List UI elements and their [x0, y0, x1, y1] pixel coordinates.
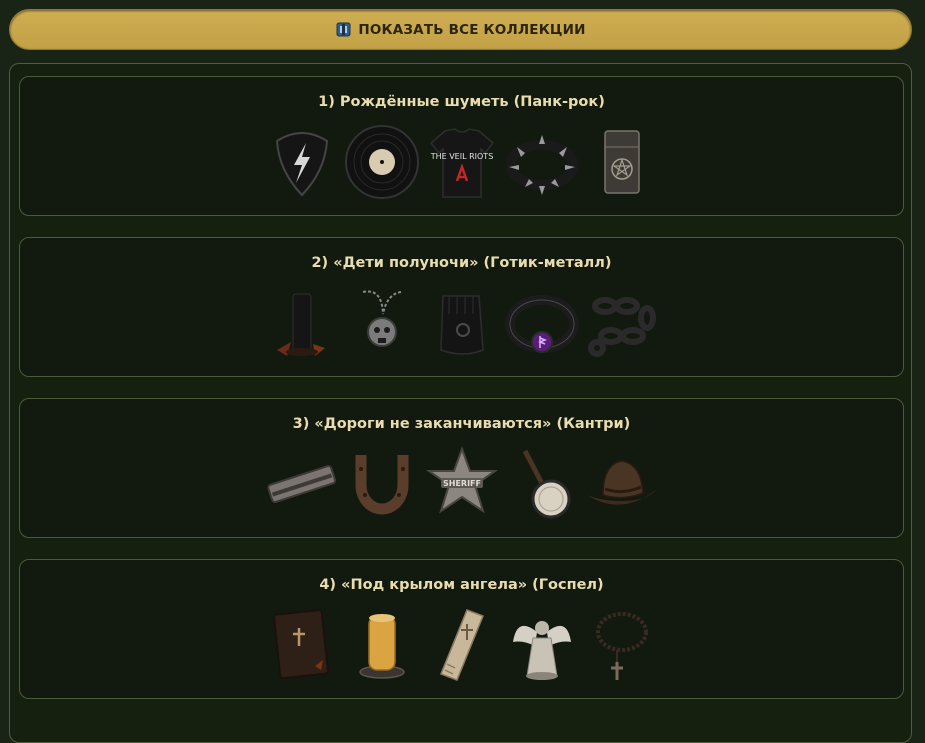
skull-pendant-icon[interactable]: [342, 284, 422, 362]
show-all-collections-button[interactable]: ПОКАЗАТЬ ВСЕ КОЛЛЕКЦИИ: [9, 9, 912, 50]
rune-ring-icon[interactable]: [502, 284, 582, 362]
collection-title: 2) «Дети полуночи» (Готик-металл): [311, 255, 612, 271]
black-candle-icon[interactable]: [262, 284, 342, 362]
collection-card-punk: 1) Рождённые шуметь (Панк-рок) THE VEIL …: [19, 76, 904, 216]
collection-items: [20, 606, 903, 684]
bible-icon[interactable]: [262, 606, 342, 684]
zippo-lighter-icon[interactable]: [582, 123, 662, 201]
collection-items: SHERIFF: [20, 445, 903, 523]
sheriff-badge-icon[interactable]: SHERIFF: [422, 445, 502, 523]
shirt-text: THE VEIL RIOTS: [429, 152, 493, 161]
collection-items: [20, 284, 903, 362]
horseshoe-icon[interactable]: [342, 445, 422, 523]
cowboy-hat-icon[interactable]: [582, 445, 662, 523]
stole-icon[interactable]: [422, 606, 502, 684]
chain-icon[interactable]: [582, 284, 662, 362]
collection-title: 3) «Дороги не заканчиваются» (Кантри): [292, 416, 631, 432]
spiked-bracelet-icon[interactable]: [502, 123, 582, 201]
collection-title: 4) «Под крылом ангела» (Госпел): [319, 577, 604, 593]
vinyl-record-icon[interactable]: [342, 123, 422, 201]
leather-glove-icon[interactable]: [422, 284, 502, 362]
collection-title: 1) Рождённые шуметь (Панк-рок): [318, 94, 605, 110]
collection-items: THE VEIL RIOTS: [20, 123, 903, 201]
wax-candle-icon[interactable]: [342, 606, 422, 684]
collection-card-country: 3) «Дороги не заканчиваются» (Кантри) SH…: [19, 398, 904, 538]
angel-figurine-icon[interactable]: [502, 606, 582, 684]
collection-card-gothic: 2) «Дети полуночи» (Готик-металл): [19, 237, 904, 377]
collection-card-gospel: 4) «Под крылом ангела» (Госпел): [19, 559, 904, 699]
rosary-icon[interactable]: [582, 606, 662, 684]
show-all-label: ПОКАЗАТЬ ВСЕ КОЛЛЕКЦИИ: [358, 21, 586, 38]
guitar-pick-icon[interactable]: [262, 123, 342, 201]
book-collection-icon: [335, 21, 352, 38]
badge-text: SHERIFF: [443, 479, 481, 488]
collections-panel: 1) Рождённые шуметь (Панк-рок) THE VEIL …: [9, 63, 912, 743]
band-tshirt-icon[interactable]: THE VEIL RIOTS: [422, 123, 502, 201]
banjo-icon[interactable]: [502, 445, 582, 523]
harmonica-icon[interactable]: [262, 445, 342, 523]
